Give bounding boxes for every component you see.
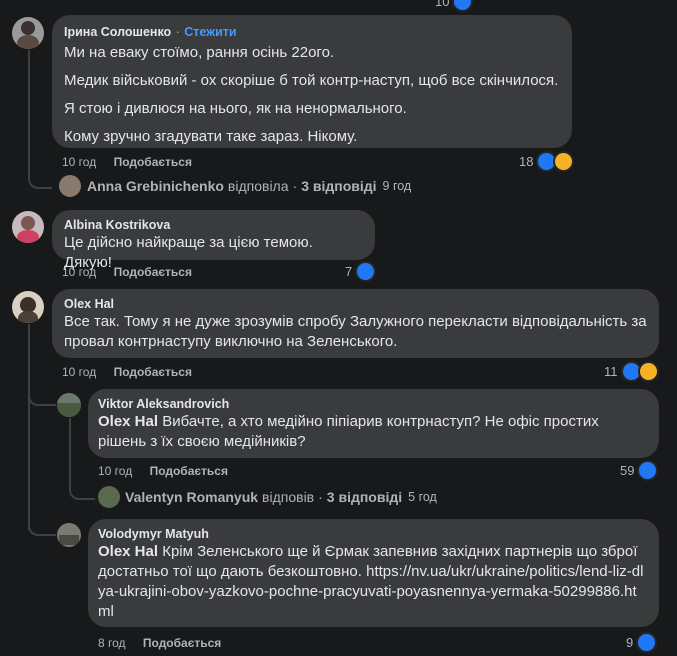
- thread-line: [28, 510, 56, 536]
- avatar[interactable]: [59, 175, 81, 197]
- thread-line: [28, 50, 52, 189]
- mention-link[interactable]: Olex Hal: [98, 543, 158, 560]
- avatar[interactable]: [12, 291, 44, 323]
- like-button[interactable]: Подобається: [150, 464, 228, 478]
- comment-text: Все так. Тому я не дуже зрозумів спробу …: [64, 313, 647, 350]
- reply-time[interactable]: 8 год: [98, 636, 126, 650]
- comment-bubble: Ірина Солошенко · Стежити Ми на еваку ст…: [52, 15, 572, 148]
- avatar[interactable]: [12, 17, 44, 49]
- thread-line: [28, 380, 56, 406]
- reply-meta: 10 год Подобається: [98, 464, 228, 478]
- thread-line: [28, 324, 30, 530]
- reaction-count[interactable]: 59: [620, 460, 659, 481]
- follow-button[interactable]: Стежити: [184, 25, 236, 39]
- avatar[interactable]: [12, 211, 44, 243]
- reaction-count[interactable]: 9: [626, 632, 658, 653]
- comment-author[interactable]: Albina Kostrikova: [64, 218, 363, 232]
- comment-meta: 10 год Подобається: [62, 365, 192, 379]
- like-button[interactable]: Подобається: [114, 155, 192, 169]
- reply-time[interactable]: 10 год: [98, 464, 132, 478]
- reaction-count[interactable]: 11: [604, 361, 659, 382]
- comment-bubble: Albina Kostrikova Це дійсно найкраще за …: [52, 210, 375, 271]
- like-reaction-icon: [636, 632, 658, 653]
- reply-bubble: Viktor Aleksandrovich Olex Hal Вибачте, …: [88, 389, 659, 458]
- reply-text: Olex Hal Вибачте, а хто медійно піпіарив…: [98, 413, 599, 450]
- view-replies-link[interactable]: Valentyn Romanyuk відповів · 3 відповіді…: [125, 489, 437, 505]
- comment-time[interactable]: 10 год: [62, 265, 96, 279]
- like-reaction-icon: [637, 460, 659, 481]
- reply-text: Olex Hal Крім Зеленського ще й Єрмак зап…: [98, 543, 644, 620]
- care-reaction-icon: [553, 151, 575, 172]
- reply-author[interactable]: Volodymyr Matyuh: [98, 527, 649, 541]
- reaction-count[interactable]: 18: [519, 151, 575, 172]
- comment-time[interactable]: 10 год: [62, 365, 96, 379]
- comment-meta: 10 год Подобається: [62, 155, 192, 169]
- reply-bubble: Volodymyr Matyuh Olex Hal Крім Зеленсько…: [88, 519, 659, 627]
- haha-reaction-icon: [637, 361, 659, 382]
- comment-meta: 10 год Подобається: [62, 265, 192, 279]
- comment-text: Ми на еваку стоїмо, рання осінь 22ого. М…: [64, 44, 559, 145]
- avatar[interactable]: [57, 393, 81, 417]
- previous-reaction-count[interactable]: 10: [435, 0, 474, 12]
- reply-meta: 8 год Подобається: [98, 636, 221, 650]
- comment-author[interactable]: Ірина Солошенко: [64, 25, 171, 39]
- comment-bubble: Olex Hal Все так. Тому я не дуже зрозумі…: [52, 289, 659, 358]
- reply-author[interactable]: Viktor Aleksandrovich: [98, 397, 649, 411]
- view-replies-link[interactable]: Anna Grebinichenko відповіла · 3 відпові…: [87, 178, 411, 194]
- like-reaction-icon: [355, 261, 377, 282]
- like-button[interactable]: Подобається: [114, 365, 192, 379]
- like-reaction-icon: [452, 0, 474, 12]
- like-button[interactable]: Подобається: [114, 265, 192, 279]
- avatar[interactable]: [98, 486, 120, 508]
- avatar[interactable]: [57, 523, 81, 547]
- mention-link[interactable]: Olex Hal: [98, 413, 158, 430]
- comment-author[interactable]: Olex Hal: [64, 297, 647, 311]
- comment-time[interactable]: 10 год: [62, 155, 96, 169]
- thread-line: [69, 418, 95, 500]
- like-button[interactable]: Подобається: [143, 636, 221, 650]
- reaction-count[interactable]: 7: [345, 261, 377, 282]
